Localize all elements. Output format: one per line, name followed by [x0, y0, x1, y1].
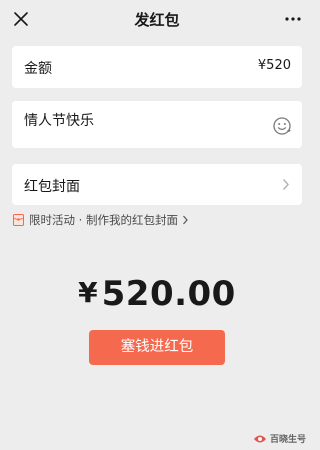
- greeting-message-text[interactable]: 情人节快乐: [24, 110, 94, 130]
- cover-label: 红包封面: [24, 179, 80, 195]
- header: 发红包: [0, 0, 314, 38]
- total-amount: ¥520.00: [0, 274, 314, 314]
- watermark-text: 百晓生号: [269, 435, 306, 445]
- page-title: 发红包: [134, 11, 180, 29]
- watermark-logo-icon: [253, 435, 266, 442]
- send-red-packet-button[interactable]: 塞钱进红包: [89, 330, 225, 365]
- greeting-message-field[interactable]: 情人节快乐: [12, 101, 302, 148]
- amount-value[interactable]: ¥520: [258, 58, 291, 73]
- chevron-right-icon: [282, 179, 289, 190]
- promo-text: 限时活动 · 制作我的红包封面: [29, 213, 178, 227]
- amount-label: 金额: [24, 61, 52, 77]
- red-packet-cover-row[interactable]: 红包封面: [12, 164, 302, 205]
- emoji-icon[interactable]: [272, 116, 292, 136]
- send-red-packet-page: 发红包 金额 ¥520 情人节快乐 红包封面 限时活动 · 制作我的红包封面 ¥…: [0, 0, 314, 450]
- red-envelope-icon: [13, 214, 24, 226]
- more-dots-icon[interactable]: [284, 12, 302, 26]
- promo-link[interactable]: 限时活动 · 制作我的红包封面: [13, 212, 189, 228]
- total-amount-value: 520.00: [101, 274, 236, 314]
- amount-field[interactable]: 金额 ¥520: [12, 46, 302, 88]
- currency-symbol: ¥: [78, 276, 98, 309]
- watermark: 百晓生号: [253, 432, 306, 445]
- chevron-right-icon: [183, 215, 188, 225]
